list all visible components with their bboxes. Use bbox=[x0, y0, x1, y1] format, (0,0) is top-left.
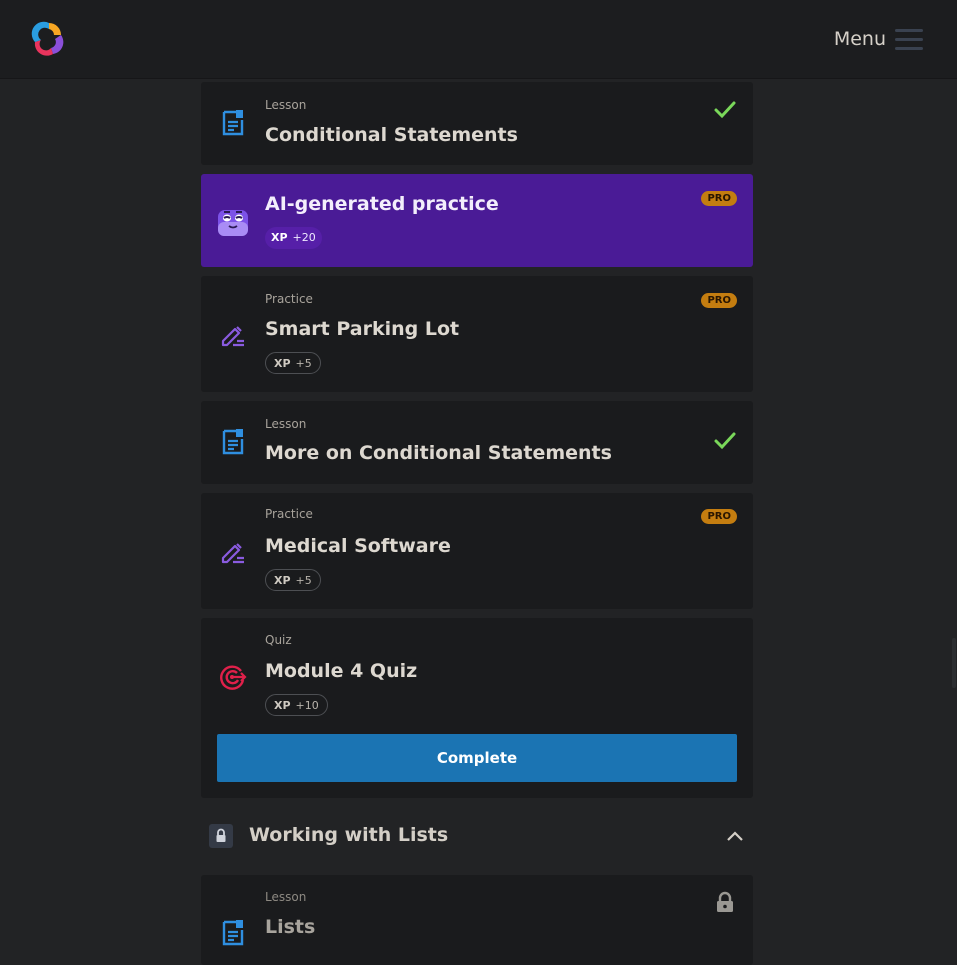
list-item-ai-practice[interactable]: AI-generated practice PRO XP +20 bbox=[201, 174, 753, 267]
lesson-icon bbox=[222, 429, 244, 455]
item-title: More on Conditional Statements bbox=[265, 442, 612, 464]
pro-badge: PRO bbox=[701, 191, 737, 206]
sololearn-logo-icon[interactable] bbox=[30, 20, 68, 58]
item-kind: Lesson bbox=[265, 98, 307, 112]
section-header-working-with-lists[interactable]: Working with Lists bbox=[201, 818, 753, 854]
item-kind: Practice bbox=[265, 292, 313, 306]
xp-pill: XP +20 bbox=[265, 227, 322, 249]
xp-value: +20 bbox=[292, 231, 316, 244]
list-item-practice[interactable]: Practice Medical Software PRO XP +5 bbox=[201, 493, 753, 609]
lesson-icon bbox=[222, 920, 244, 946]
xp-label: XP bbox=[274, 574, 291, 587]
hamburger-icon bbox=[895, 28, 923, 50]
xp-pill: XP +5 bbox=[265, 569, 321, 591]
scrollbar-thumb[interactable] bbox=[952, 638, 956, 688]
item-title: Conditional Statements bbox=[265, 124, 518, 146]
item-kind: Lesson bbox=[265, 890, 307, 904]
xp-value: +10 bbox=[295, 699, 319, 712]
lesson-icon bbox=[222, 110, 244, 136]
list-item-practice[interactable]: Practice Smart Parking Lot PRO XP +5 bbox=[201, 276, 753, 392]
practice-pencil-icon bbox=[221, 326, 244, 347]
section-title: Working with Lists bbox=[249, 824, 449, 846]
chevron-up-icon[interactable] bbox=[725, 826, 745, 846]
ai-mascot-icon bbox=[218, 210, 248, 236]
quiz-target-icon bbox=[220, 665, 247, 690]
pro-badge: PRO bbox=[701, 293, 737, 308]
xp-label: XP bbox=[274, 699, 291, 712]
menu-label: Menu bbox=[833, 28, 886, 50]
list-item-lesson-locked[interactable]: Lesson Lists bbox=[201, 875, 753, 965]
check-icon bbox=[714, 432, 736, 450]
item-title: AI-generated practice bbox=[265, 193, 499, 215]
list-item-lesson[interactable]: Lesson More on Conditional Statements bbox=[201, 401, 753, 484]
xp-label: XP bbox=[274, 357, 291, 370]
item-title: Module 4 Quiz bbox=[265, 660, 418, 682]
xp-label: XP bbox=[271, 231, 288, 244]
item-title: Smart Parking Lot bbox=[265, 318, 460, 340]
section-lock-icon bbox=[209, 824, 233, 848]
practice-pencil-icon bbox=[221, 543, 244, 564]
list-item-lesson[interactable]: Lesson Conditional Statements bbox=[201, 82, 753, 165]
lock-icon bbox=[717, 891, 733, 912]
item-kind: Quiz bbox=[265, 633, 292, 647]
complete-button[interactable]: Complete bbox=[217, 734, 737, 782]
scrollbar[interactable] bbox=[951, 78, 957, 950]
item-kind: Practice bbox=[265, 507, 313, 521]
menu-button[interactable]: Menu bbox=[834, 24, 923, 54]
top-navigation-bar: Menu bbox=[0, 0, 957, 78]
item-kind: Lesson bbox=[265, 417, 307, 431]
xp-value: +5 bbox=[295, 574, 312, 587]
pro-badge: PRO bbox=[701, 509, 737, 524]
item-title: Medical Software bbox=[265, 535, 451, 557]
list-item-quiz[interactable]: Quiz Module 4 Quiz XP +10 Complete bbox=[201, 618, 753, 798]
xp-pill: XP +5 bbox=[265, 352, 321, 374]
item-title: Lists bbox=[265, 916, 316, 938]
xp-value: +5 bbox=[295, 357, 312, 370]
check-icon bbox=[714, 101, 736, 119]
xp-pill: XP +10 bbox=[265, 694, 328, 716]
